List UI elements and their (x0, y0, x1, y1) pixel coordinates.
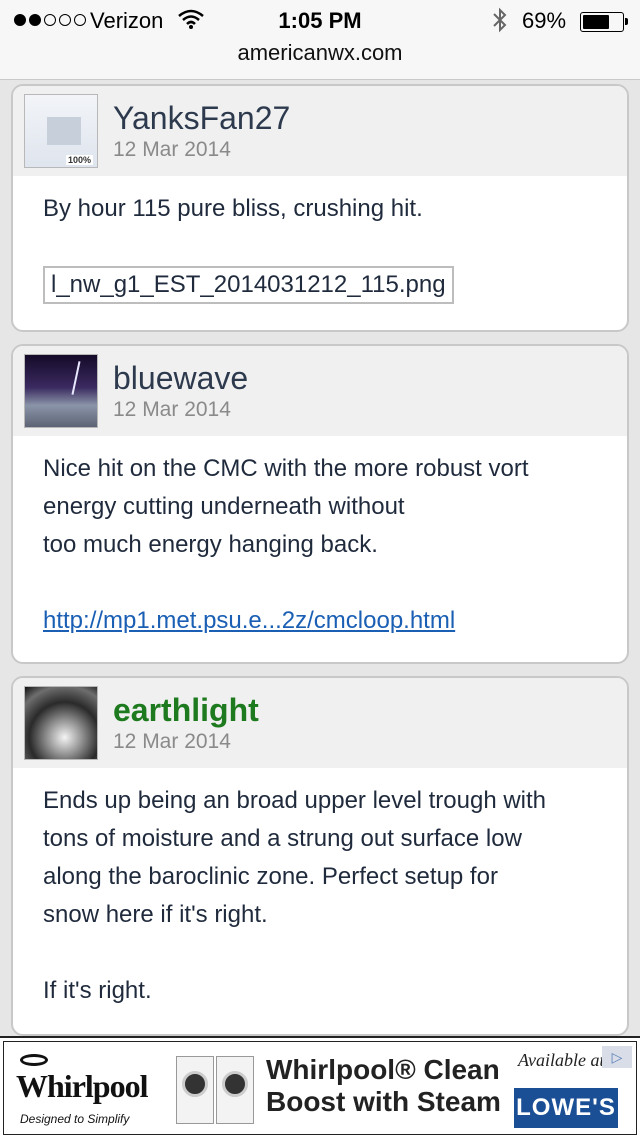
post-header: bluewave 12 Mar 2014 (13, 346, 627, 436)
post-date: 12 Mar 2014 (113, 138, 231, 161)
status-bar: Verizon 1:05 PM 69% americanwx.com (0, 0, 640, 80)
post-date: 12 Mar 2014 (113, 398, 231, 421)
post-card: 100% YanksFan27 12 Mar 2014 By hour 115 … (11, 84, 629, 332)
ad-headline: Whirlpool® Clean Boost with Steam (266, 1054, 501, 1117)
post-text-line: Ends up being an broad upper level troug… (43, 787, 547, 814)
washer-dryer-image (176, 1050, 256, 1130)
avatar[interactable]: 100% (24, 94, 98, 168)
bluetooth-icon (493, 7, 507, 33)
avatar[interactable] (24, 354, 98, 428)
post-text-line: too much energy hanging back. (43, 531, 378, 558)
avatar[interactable] (24, 686, 98, 760)
post-text-line: Nice hit on the CMC with the more robust… (43, 455, 529, 482)
post-body: By hour 115 pure bliss, crushing hit. l_… (13, 176, 627, 320)
ad-available-at: Available at (518, 1050, 605, 1070)
ad-choices-icon[interactable]: ▷ (602, 1046, 632, 1068)
battery-percentage: 69% (522, 8, 567, 33)
post-body: Nice hit on the CMC with the more robust… (13, 436, 627, 656)
lowes-logo: LOWE'S (514, 1088, 618, 1128)
post-header: 100% YanksFan27 12 Mar 2014 (13, 86, 627, 176)
post-header: earthlight 12 Mar 2014 (13, 678, 627, 768)
post-text-line: tons of moisture and a strung out surfac… (43, 825, 522, 852)
ad-banner[interactable]: Whirlpool Designed to Simplify Whirlpool… (0, 1036, 640, 1136)
ad-tagline: Designed to Simplify (20, 1112, 130, 1126)
post-body: Ends up being an broad upper level troug… (13, 768, 627, 1026)
post-card: bluewave 12 Mar 2014 Nice hit on the CMC… (11, 344, 629, 664)
post-date: 12 Mar 2014 (113, 730, 231, 753)
post-feed[interactable]: 100% YanksFan27 12 Mar 2014 By hour 115 … (0, 80, 640, 1036)
post-text-line: energy cutting underneath without (43, 493, 405, 520)
post-text-line: snow here if it's right. (43, 901, 268, 928)
post-card: earthlight 12 Mar 2014 Ends up being an … (11, 676, 629, 1036)
avatar-caption: 100% (65, 155, 93, 165)
image-attachment[interactable]: l_nw_g1_EST_2014031212_115.png (43, 266, 454, 304)
username[interactable]: bluewave (113, 360, 248, 397)
whirlpool-logo: Whirlpool Designed to Simplify (14, 1054, 154, 1134)
username[interactable]: earthlight (113, 692, 259, 729)
post-text-line: along the baroclinic zone. Perfect setup… (43, 863, 498, 890)
address-bar-url[interactable]: americanwx.com (0, 40, 640, 66)
post-text: By hour 115 pure bliss, crushing hit. (43, 195, 423, 222)
username[interactable]: YanksFan27 (113, 100, 290, 137)
battery-icon (580, 12, 628, 32)
external-link[interactable]: http://mp1.met.psu.e...2z/cmcloop.html (43, 607, 455, 634)
post-text-line: If it's right. (43, 977, 152, 1004)
